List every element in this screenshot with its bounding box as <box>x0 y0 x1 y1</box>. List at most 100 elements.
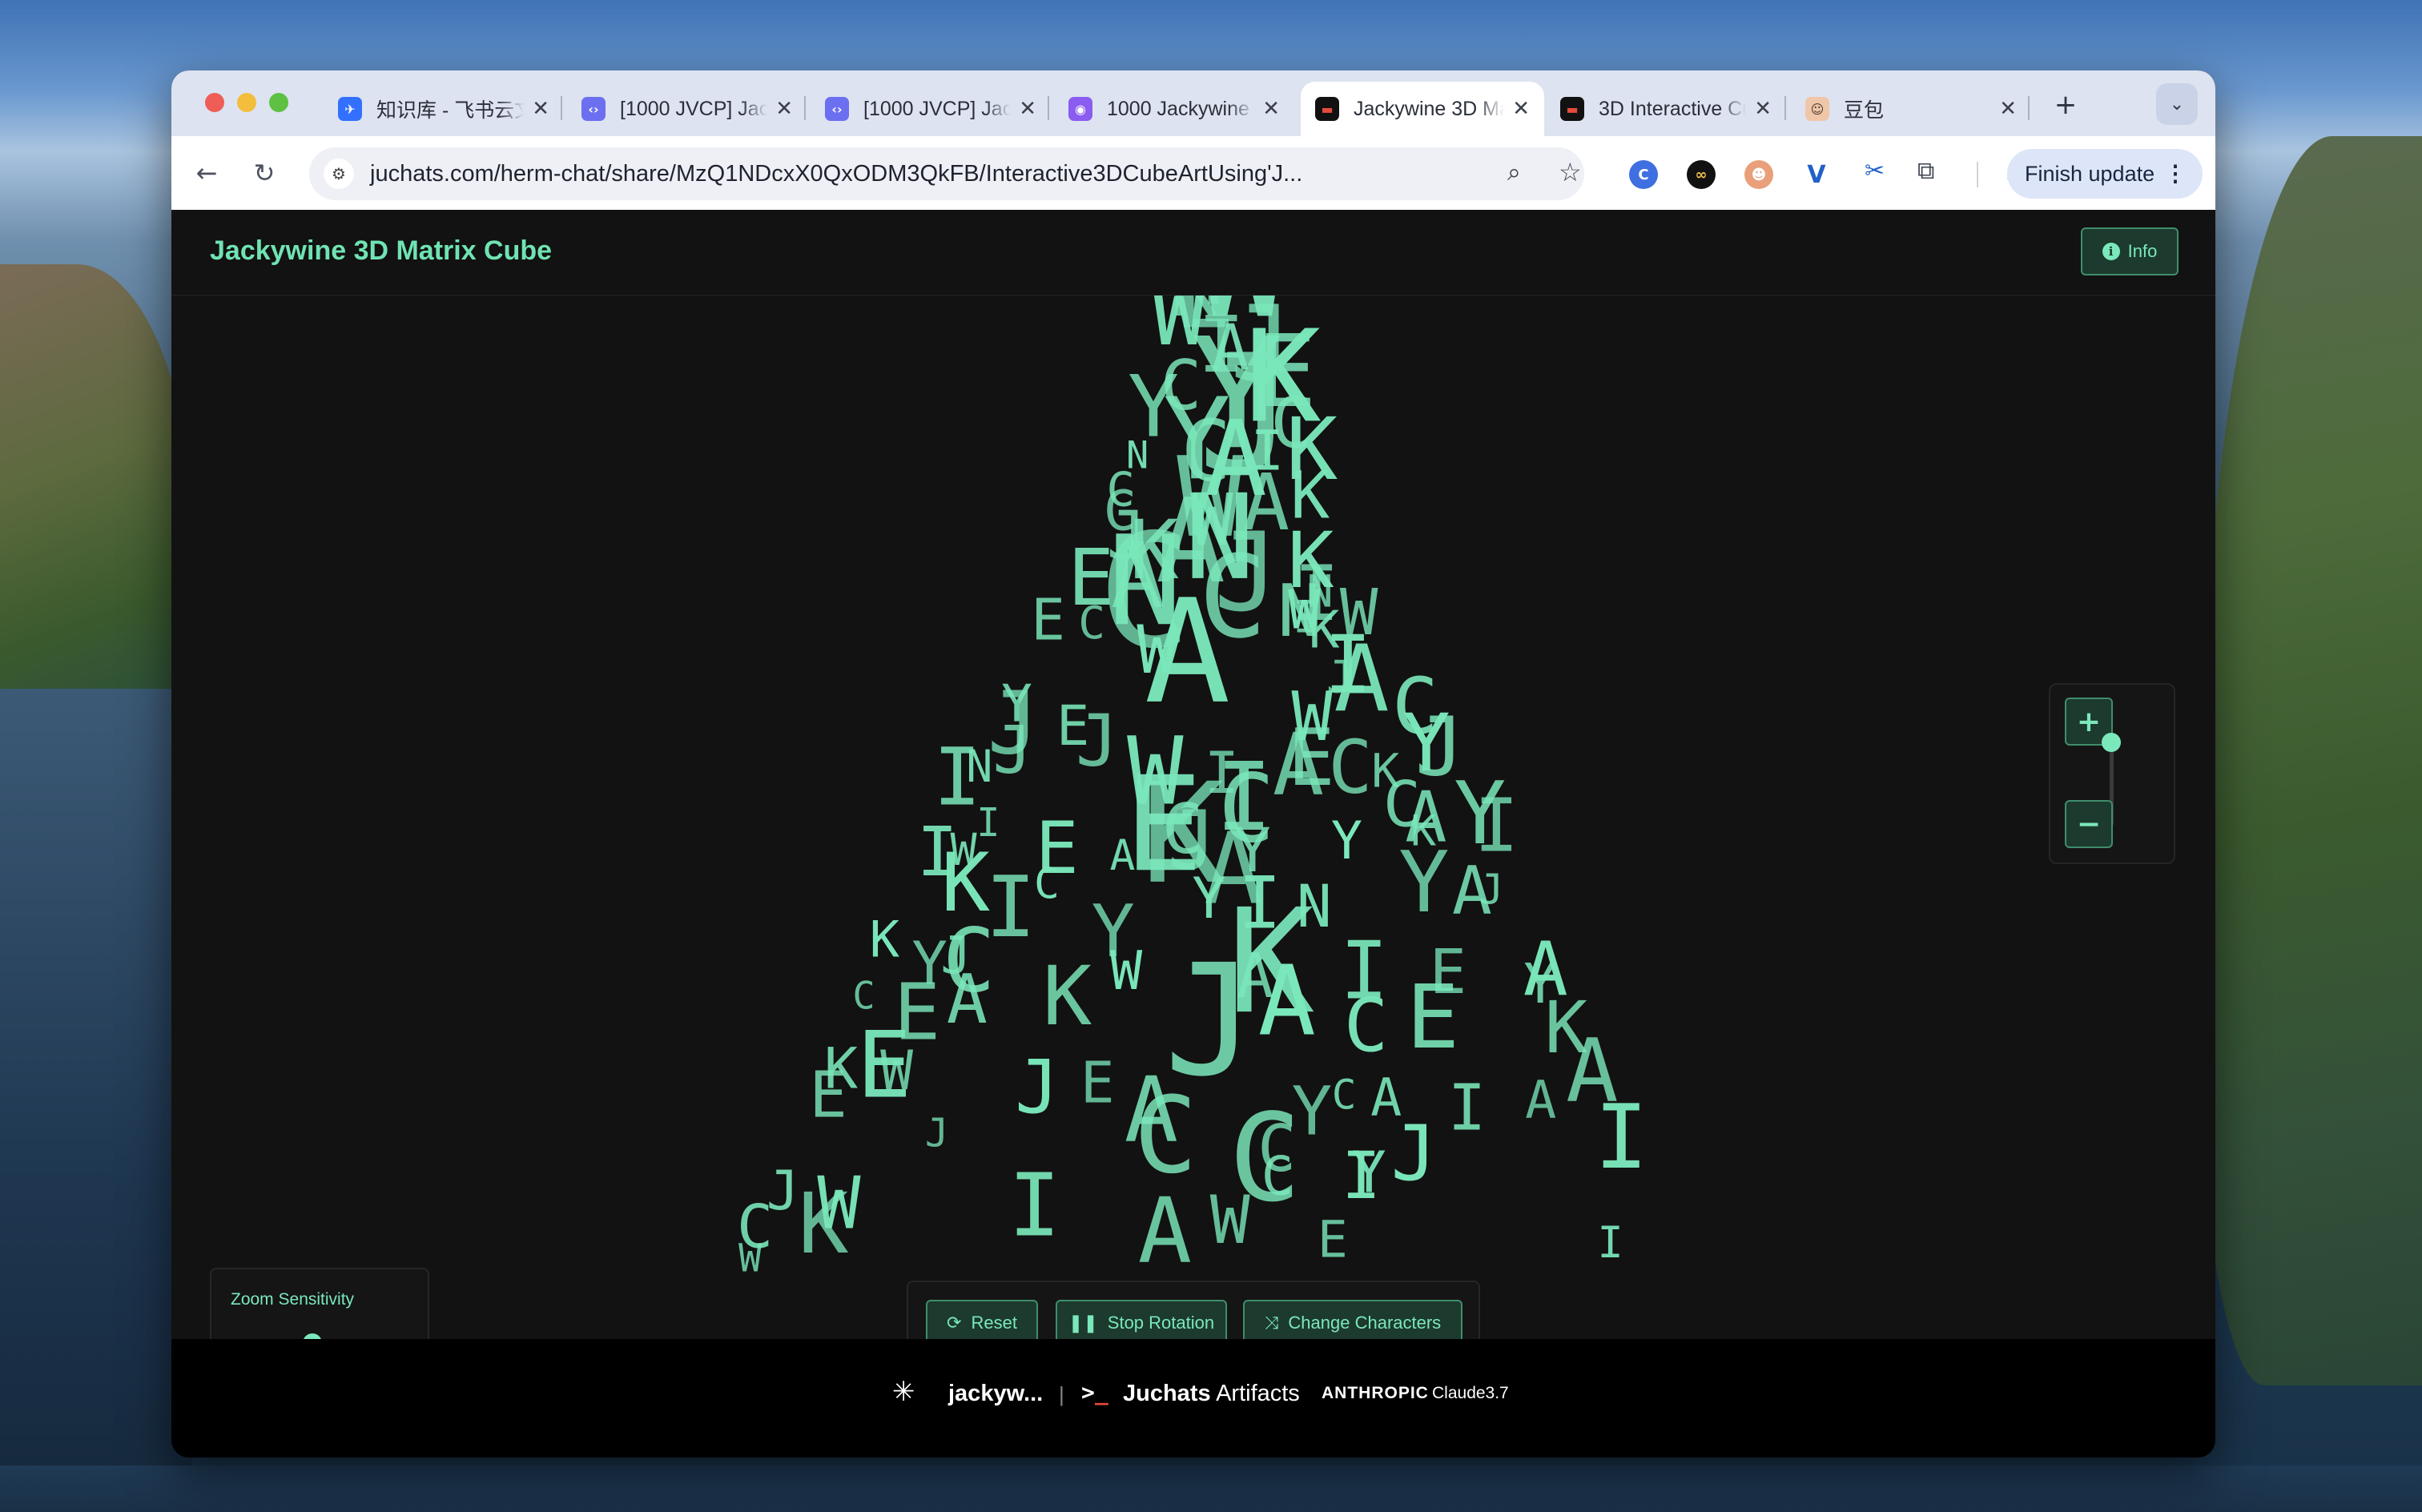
matrix-character: A <box>1525 1071 1556 1131</box>
matrix-character: Y <box>1352 1139 1386 1205</box>
matrix-character: I <box>985 859 1036 956</box>
matrix-character: A <box>1273 716 1324 815</box>
zoom-sensitivity-thumb[interactable] <box>302 1333 322 1339</box>
desktop-wallpaper-hill-left <box>0 264 192 713</box>
change-characters-label: Change Characters <box>1288 1313 1442 1333</box>
matrix-character: Y <box>1092 890 1135 974</box>
close-tab-icon[interactable]: ✕ <box>1512 97 1530 121</box>
extension-infinity-icon[interactable]: ∞ <box>1687 160 1716 189</box>
tab-jvcp-1[interactable]: ‹› [1000 JVCP] Jackywine ✕ <box>567 82 807 136</box>
zoom-magnifier-icon[interactable]: ⌕ <box>1507 159 1521 187</box>
tab-doubao[interactable]: ☺ 豆包 ✕ <box>1791 82 2031 136</box>
tab-feishu-knowledge[interactable]: ✈ 知识库 - 飞书云文档 ✕ <box>324 82 564 136</box>
tab-separator <box>1048 96 1049 120</box>
juchats-favicon-icon: ▬ <box>1315 97 1339 121</box>
matrix-character: I <box>1448 1071 1487 1144</box>
matrix-cube-canvas[interactable]: YCCAEAAEWCIYCIIAEEAACJYCJYICJKAIYEENKIJW… <box>171 296 2215 1339</box>
zoom-slider-thumb[interactable] <box>2102 732 2121 752</box>
app-header: Jackywine 3D Matrix Cube i Info <box>171 210 2215 296</box>
control-bar: ⟳ Reset ❚❚ Stop Rotation ⤨ Change Charac… <box>907 1281 1480 1339</box>
close-tab-icon[interactable]: ✕ <box>1262 97 1280 121</box>
app-favicon-icon: ◉ <box>1068 97 1092 121</box>
tab-title: 3D Interactive Cube <box>1599 97 1746 120</box>
matrix-character: E <box>1430 937 1466 1008</box>
fullscreen-window-button[interactable] <box>269 93 288 112</box>
tab-jackywine-vibe[interactable]: ◉ 1000 Jackywine Vibe ✕ <box>1054 82 1294 136</box>
bookmark-star-icon[interactable]: ☆ <box>1559 157 1582 187</box>
footer-separator: | <box>1059 1382 1064 1406</box>
footer-brand-strong: Juchats <box>1123 1381 1211 1406</box>
tab-title: 1000 Jackywine Vibe <box>1107 97 1254 120</box>
footer-bar: ✳ jackyw... | >_ Juchats Artifacts ANTHR… <box>171 1339 2215 1458</box>
matrix-character: C <box>1034 860 1060 909</box>
matrix-character: I <box>1597 1217 1623 1268</box>
extensions-puzzle-icon[interactable]: ⧉ <box>1917 157 1934 185</box>
info-button-label: Info <box>2127 241 2158 261</box>
new-tab-button[interactable]: + <box>2046 85 2086 125</box>
reset-label: Reset <box>971 1313 1017 1333</box>
code-favicon-icon: ‹› <box>825 97 849 121</box>
matrix-cube-svg[interactable]: YCCAEAAEWCIYCIIAEEAACJYCJYICJKAIYEENKIJW… <box>171 296 2215 1339</box>
doubao-favicon-icon: ☺ <box>1805 97 1829 121</box>
matrix-character: K <box>1410 806 1436 855</box>
zoom-out-button[interactable]: − <box>2065 800 2113 848</box>
extension-scissors-icon[interactable]: ✂ <box>1865 157 1885 185</box>
code-favicon-icon: ‹› <box>581 97 606 121</box>
close-tab-icon[interactable]: ✕ <box>1754 97 1772 121</box>
matrix-character: K <box>941 835 990 930</box>
extension-avatar-icon[interactable]: ☻ <box>1744 160 1773 189</box>
juchats-favicon-icon: ▬ <box>1560 97 1584 121</box>
tab-separator <box>561 96 562 120</box>
matrix-character: J <box>1479 867 1503 915</box>
matrix-character: J <box>925 1111 949 1156</box>
tab-strip: ✈ 知识库 - 飞书云文档 ✕ ‹› [1000 JVCP] Jackywine… <box>171 70 2215 136</box>
matrix-character: E <box>1080 1049 1115 1116</box>
tab-jvcp-2[interactable]: ‹› [1000 JVCP] Jackywine ✕ <box>811 82 1051 136</box>
info-button[interactable]: i Info <box>2081 227 2179 275</box>
extension-vector-icon[interactable]: V <box>1802 160 1831 189</box>
browser-toolbar: ← ↻ ⚙ juchats.com/herm-chat/share/MzQ1ND… <box>171 136 2215 211</box>
close-tab-icon[interactable]: ✕ <box>1999 97 2017 121</box>
footer-model: Claude3.7 <box>1432 1384 1509 1402</box>
matrix-character: C <box>1078 597 1105 649</box>
feishu-favicon-icon: ✈ <box>338 97 362 121</box>
minimize-window-button[interactable] <box>237 93 256 112</box>
close-tab-icon[interactable]: ✕ <box>775 97 793 121</box>
tab-jackywine-3d-matrix[interactable]: ▬ Jackywine 3D Matrix ✕ <box>1301 82 1544 136</box>
zoom-control-panel: + − <box>2049 683 2175 864</box>
matrix-character: E <box>1318 1210 1348 1269</box>
matrix-character: I <box>1216 742 1273 852</box>
matrix-character: K <box>1371 743 1399 798</box>
close-window-button[interactable] <box>205 93 224 112</box>
matrix-character: E <box>1056 694 1090 758</box>
close-tab-icon[interactable]: ✕ <box>1019 97 1036 121</box>
back-arrow-icon[interactable]: ← <box>187 154 226 192</box>
site-settings-icon[interactable]: ⚙ <box>324 159 354 189</box>
change-characters-button[interactable]: ⤨ Change Characters <box>1243 1300 1462 1339</box>
matrix-character: A <box>1566 1020 1619 1122</box>
zoom-sensitivity-panel: Zoom Sensitivity <box>210 1268 429 1339</box>
matrix-character: A <box>1523 926 1568 1012</box>
matrix-character: W <box>1177 433 1244 562</box>
reset-button[interactable]: ⟳ Reset <box>926 1300 1038 1339</box>
matrix-character: E <box>809 1059 847 1132</box>
more-menu-icon[interactable]: ⋮ <box>2164 160 2187 187</box>
finish-update-button[interactable]: Finish update ⋮ <box>2007 149 2203 199</box>
pause-icon: ❚❚ <box>1068 1313 1098 1333</box>
toolbar-separator <box>1977 162 1978 187</box>
stop-rotation-button[interactable]: ❚❚ Stop Rotation <box>1056 1300 1227 1339</box>
address-bar[interactable]: ⚙ juchats.com/herm-chat/share/MzQ1NDcxX0… <box>309 147 1584 200</box>
desktop-wallpaper-water <box>0 1466 2422 1512</box>
matrix-character: I <box>1340 924 1388 1018</box>
reload-icon[interactable]: ↻ <box>245 154 284 192</box>
tab-3d-interactive-cube[interactable]: ▬ 3D Interactive Cube ✕ <box>1546 82 1786 136</box>
extension-c-icon[interactable]: C <box>1629 160 1658 189</box>
matrix-character: J <box>1015 1044 1059 1130</box>
matrix-character: K <box>870 911 900 969</box>
close-tab-icon[interactable]: ✕ <box>532 97 549 121</box>
stop-rotation-label: Stop Rotation <box>1107 1313 1215 1333</box>
tab-title: [1000 JVCP] Jackywine <box>863 97 1012 120</box>
tab-search-button[interactable]: ⌄ <box>2156 83 2198 125</box>
matrix-character: J <box>1164 932 1257 1111</box>
url-text[interactable]: juchats.com/herm-chat/share/MzQ1NDcxX0Qx… <box>370 161 1302 187</box>
